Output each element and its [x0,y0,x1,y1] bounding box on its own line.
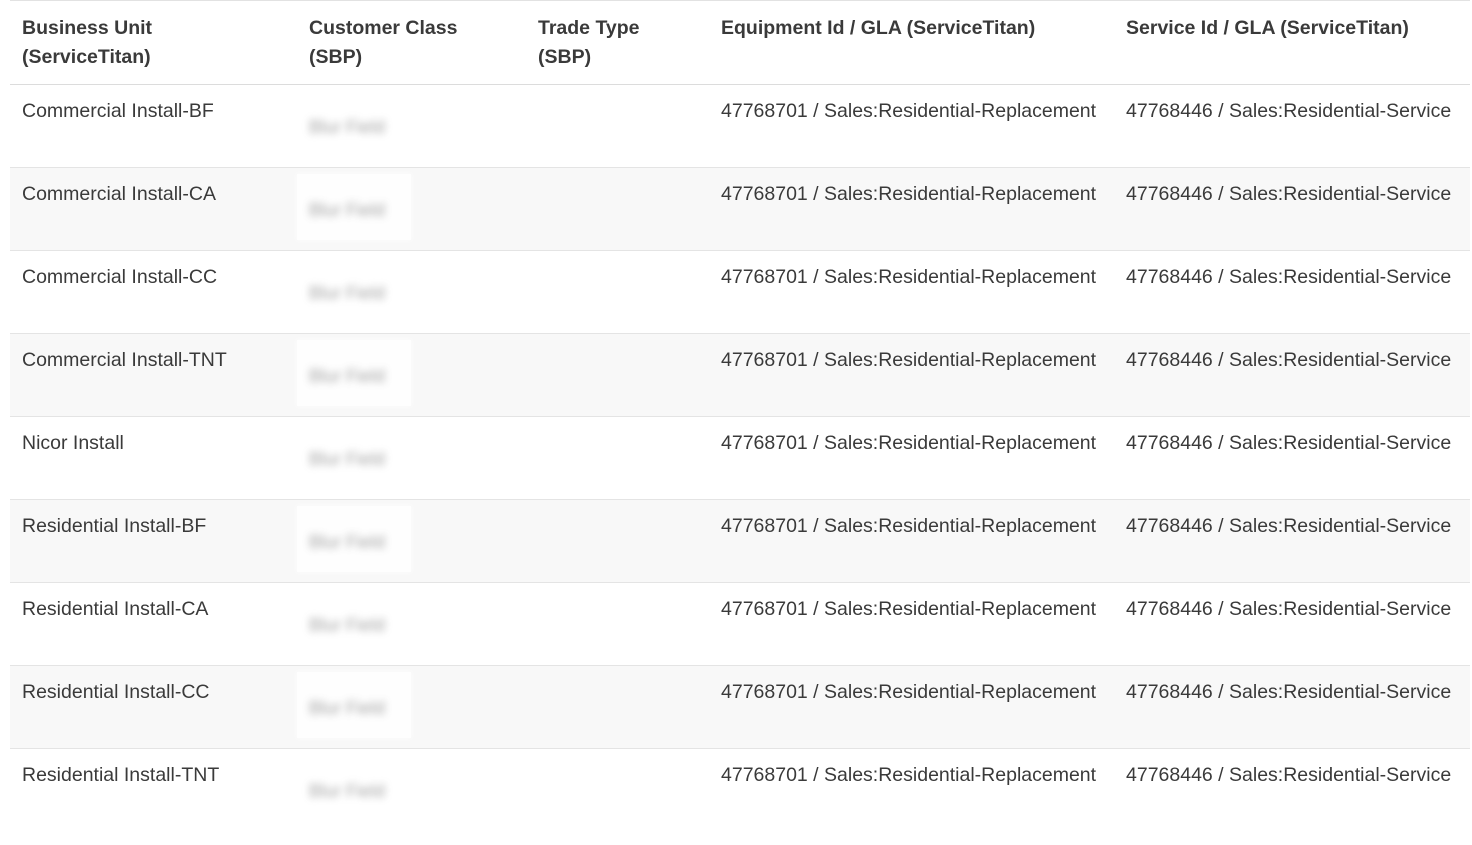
cell-customer-class: Blur Field [297,251,526,334]
cell-service-gla: 47768446 / Sales:Residential-Service [1114,333,1470,417]
table-row: Commercial Install-TNT Blur Field 47768701… [10,333,1470,417]
mapping-table-container: Business Unit (ServiceTitan) Customer Cl… [10,0,1470,832]
customer-class-blurred-text: Blur Field [309,200,386,220]
cell-business-unit: Commercial Install-CC [22,266,218,288]
cell-equipment-gla: 47768701 / Sales:Residential-Replacement [721,266,1097,288]
cell-service-gla: 47768446 / Sales:Residential-Service [1126,764,1452,786]
cell-trade-type [526,499,709,583]
cell-trade-type [526,665,709,749]
cell-equipment-gla: 47768701 / Sales:Residential-Replacement [721,100,1097,122]
cell-business-unit: Nicor Install [22,432,124,454]
table-row: Residential Install-CA Blur Field 47768701… [10,583,1470,666]
customer-class-blurred-text: Blur Field [309,283,386,303]
cell-service-gla: 47768446 / Sales:Residential-Service [1126,100,1452,122]
table-row: Commercial Install-BF Blur Field 47768701 … [10,85,1470,168]
mapping-table: Business Unit (ServiceTitan) Customer Cl… [10,0,1470,832]
table-row: Commercial Install-CC Blur Field 47768701 … [10,251,1470,334]
cell-customer-class: Blur Field [297,417,526,500]
customer-class-blurred-text: Blur Field [309,615,386,635]
cell-trade-type [526,251,709,334]
cell-trade-type [526,333,709,417]
table-row: Residential Install-CC Blur Field 47768701… [10,665,1470,749]
redacted-blur-box: Blur Field [297,589,411,655]
cell-business-unit: Commercial Install-TNT [10,333,297,417]
header-service-gla: Service Id / GLA (ServiceTitan) [1126,17,1409,39]
cell-business-unit: Commercial Install-CA [10,167,297,251]
cell-equipment-gla: 47768701 / Sales:Residential-Replacement [721,432,1097,454]
cell-equipment-gla: 47768701 / Sales:Residential-Replacement [709,333,1114,417]
header-equipment-gla: Equipment Id / GLA (ServiceTitan) [721,17,1036,39]
redacted-blur-box: Blur Field [297,506,411,572]
cell-service-gla: 47768446 / Sales:Residential-Service [1126,432,1452,454]
redacted-blur-box: Blur Field [297,423,411,489]
customer-class-blurred-text: Blur Field [309,781,386,801]
table-row: Nicor Install Blur Field 47768701 / Sales:… [10,417,1470,500]
header-row: Business Unit (ServiceTitan) Customer Cl… [10,0,1470,85]
cell-trade-type [526,749,709,832]
table-body: Commercial Install-BF Blur Field 47768701 … [10,85,1470,832]
cell-equipment-gla: 47768701 / Sales:Residential-Replacement [709,499,1114,583]
customer-class-blurred-text: Blur Field [309,117,386,137]
cell-business-unit: Commercial Install-BF [22,100,214,122]
cell-customer-class: Blur Field [297,167,526,251]
table-header: Business Unit (ServiceTitan) Customer Cl… [10,0,1470,85]
cell-service-gla: 47768446 / Sales:Residential-Service [1114,499,1470,583]
cell-trade-type [526,167,709,251]
redacted-blur-box: Blur Field [297,340,411,406]
cell-customer-class: Blur Field [297,85,526,168]
redacted-blur-box: Blur Field [297,174,411,240]
cell-equipment-gla: 47768701 / Sales:Residential-Replacement [721,764,1097,786]
cell-trade-type [526,417,709,500]
cell-customer-class: Blur Field [297,333,526,417]
cell-business-unit: Residential Install-CA [22,598,209,620]
cell-service-gla: 47768446 / Sales:Residential-Service [1126,598,1452,620]
cell-service-gla: 47768446 / Sales:Residential-Service [1126,266,1452,288]
customer-class-blurred-text: Blur Field [309,698,386,718]
cell-equipment-gla: 47768701 / Sales:Residential-Replacement [709,167,1114,251]
cell-service-gla: 47768446 / Sales:Residential-Service [1114,665,1470,749]
header-business-unit: Business Unit (ServiceTitan) [22,17,153,68]
redacted-blur-box: Blur Field [297,755,411,821]
cell-service-gla: 47768446 / Sales:Residential-Service [1114,167,1470,251]
cell-customer-class: Blur Field [297,583,526,666]
cell-trade-type [526,583,709,666]
customer-class-blurred-text: Blur Field [309,532,386,552]
redacted-blur-box: Blur Field [297,257,411,323]
table-row: Residential Install-TNT Blur Field 4776870… [10,749,1470,832]
cell-business-unit: Residential Install-BF [10,499,297,583]
cell-business-unit: Residential Install-TNT [22,764,220,786]
cell-customer-class: Blur Field [297,665,526,749]
redacted-blur-box: Blur Field [297,91,411,157]
cell-customer-class: Blur Field [297,749,526,832]
cell-business-unit: Residential Install-CC [10,665,297,749]
header-customer-class: Customer Class (SBP) [309,17,458,68]
redacted-blur-box: Blur Field [297,672,411,738]
cell-trade-type [526,85,709,168]
table-row: Residential Install-BF Blur Field 47768701… [10,499,1470,583]
cell-customer-class: Blur Field [297,499,526,583]
customer-class-blurred-text: Blur Field [309,366,386,386]
cell-equipment-gla: 47768701 / Sales:Residential-Replacement [709,665,1114,749]
table-row: Commercial Install-CA Blur Field 47768701 … [10,167,1470,251]
header-trade-type: Trade Type (SBP) [538,17,640,68]
cell-equipment-gla: 47768701 / Sales:Residential-Replacement [721,598,1097,620]
customer-class-blurred-text: Blur Field [309,449,386,469]
